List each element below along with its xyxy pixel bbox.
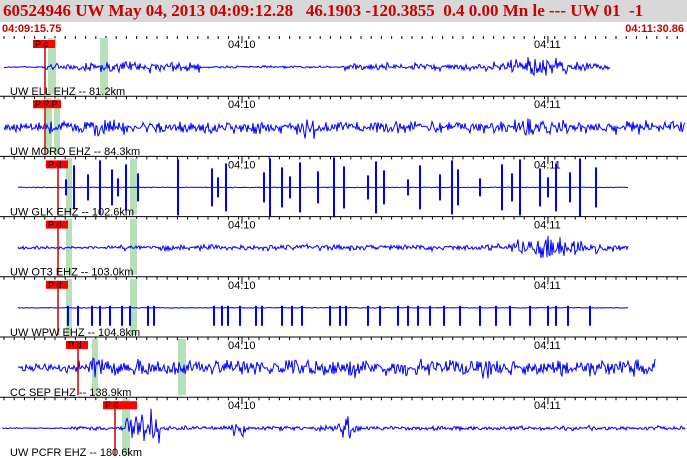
waveform-trace (1, 408, 686, 444)
time-tick-label: 04:11 (534, 39, 561, 51)
time-start-label: 04:09:15.75 (2, 23, 62, 35)
time-window-band (178, 339, 186, 396)
time-tick-label: 04:11 (534, 400, 561, 412)
time-tick-label: 04:11 (534, 99, 561, 111)
time-tick-label: 04:11 (534, 340, 561, 352)
pick-phase-text: P d (48, 280, 61, 290)
station-label: UW PCFR EHZ -- 180.6km (10, 447, 142, 458)
pick-phase-text: P d (48, 220, 61, 230)
pick-phase-text: P P P (35, 99, 58, 109)
pick-phase-text: P c (35, 39, 48, 49)
time-tick-label: 04:11 (534, 280, 561, 292)
waveform-trace (17, 357, 656, 379)
pick-phase-text: P d (68, 340, 81, 350)
time-tick-label: 04:11 (534, 220, 561, 232)
waveform-trace (3, 57, 611, 77)
waveform-trace (3, 118, 686, 140)
pick-phase-text: P d (48, 159, 61, 169)
event-header-bar: 60524946 UW May 04, 2013 04:09:12.28 46.… (0, 0, 687, 22)
seismogram-plot[interactable]: 04:10 04:11P cUW ELL EHZ -- 81.2km04:10 04… (0, 36, 687, 458)
waveform-trace (18, 186, 629, 189)
event-title: 60524946 UW May 04, 2013 04:09:12.28 46.… (3, 1, 644, 20)
waveform-trace (17, 235, 629, 258)
time-end-label: 04:11:30.86 (625, 23, 684, 35)
pick-phase-text: P d (105, 400, 118, 410)
